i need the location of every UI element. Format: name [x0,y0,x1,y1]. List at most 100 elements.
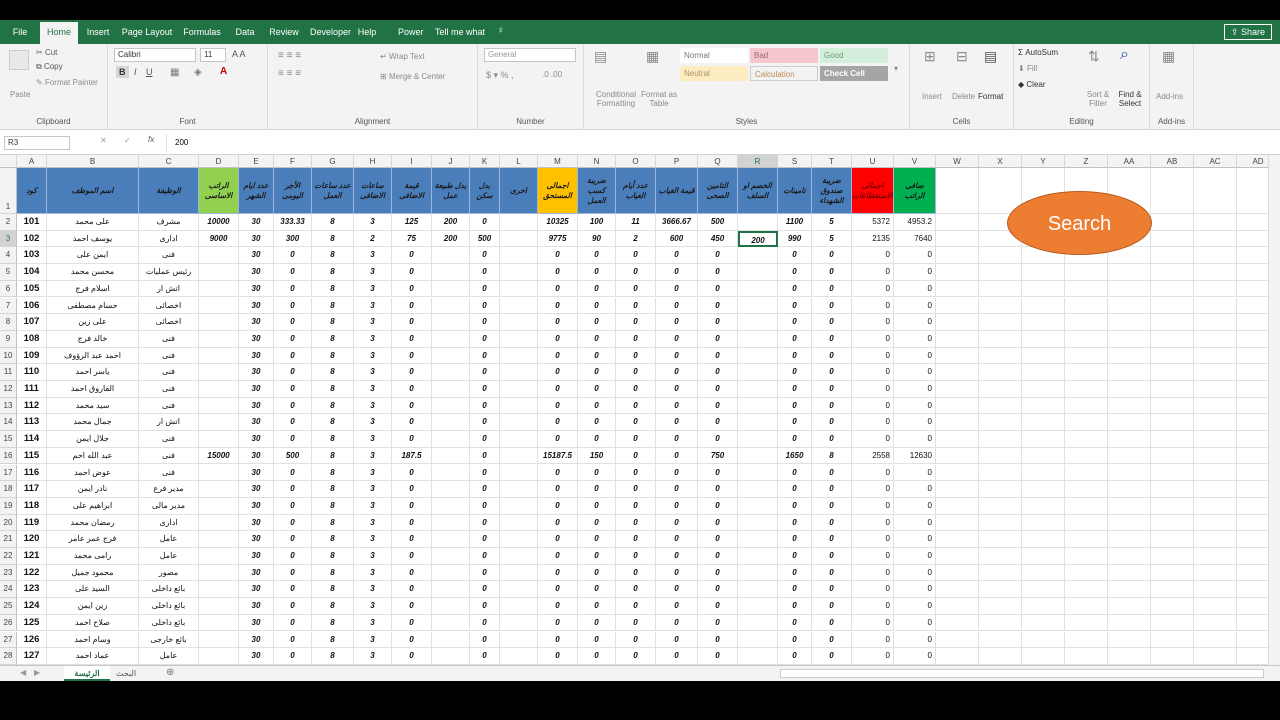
cell-employee-name[interactable]: خالد فرج [47,330,139,348]
grid-cell[interactable]: 0 [470,631,500,649]
cell-code[interactable]: 114 [17,431,47,448]
grid-cell[interactable]: 0 [392,347,432,365]
grid-cell[interactable]: 0 [274,631,312,649]
grid-cell[interactable]: 3 [354,264,392,281]
grid-cell[interactable] [1151,481,1194,498]
cell-employee-name[interactable]: وسام احمد [47,631,139,649]
grid-cell[interactable]: 30 [239,631,274,649]
grid-cell[interactable]: 0 [656,381,698,398]
grid-cell[interactable] [738,648,778,665]
grid-cell[interactable]: 3 [354,414,392,432]
row-header-15[interactable]: 15 [0,431,17,448]
cell-code[interactable]: 124 [17,598,47,615]
grid-cell[interactable] [1022,414,1065,432]
grid-cell[interactable]: 0 [274,598,312,615]
grid-cell[interactable]: 8 [312,297,354,315]
grid-cell[interactable] [1194,598,1237,615]
font-size-select[interactable]: 11 [200,48,226,62]
grid-cell[interactable] [738,531,778,548]
grid-cell[interactable]: 30 [239,314,274,331]
grid-cell[interactable]: 0 [538,614,578,632]
grid-cell[interactable]: 0 [538,431,578,448]
grid-cell[interactable]: 0 [274,614,312,632]
grid-cell[interactable] [1108,431,1151,448]
grid-cell[interactable]: 500 [274,447,312,465]
grid-cell[interactable]: 5 [812,230,852,248]
grid-cell[interactable]: 0 [656,364,698,381]
grid-cell[interactable]: 8 [312,230,354,248]
grid-cell[interactable] [1022,397,1065,415]
grid-cell[interactable]: 0 [698,648,738,665]
grid-cell[interactable] [199,464,239,482]
grid-cell[interactable]: 3 [354,330,392,348]
grid-cell[interactable]: 5372 [852,214,894,231]
cell-job[interactable]: ادارى [139,230,199,248]
cell-job[interactable]: عامل [139,531,199,548]
grid-cell[interactable] [1237,214,1268,231]
grid-cell[interactable] [979,280,1022,298]
grid-cell[interactable] [738,514,778,532]
grid-cell[interactable] [979,347,1022,365]
grid-cell[interactable]: 0 [852,431,894,448]
grid-cell[interactable] [199,264,239,281]
grid-cell[interactable]: 0 [778,381,812,398]
grid-cell[interactable] [1108,414,1151,432]
format-as-table-button[interactable]: Format as Table [640,90,678,108]
grid-cell[interactable] [738,314,778,331]
grid-cell[interactable] [1022,297,1065,315]
cell-code[interactable]: 116 [17,464,47,482]
grid-cell[interactable]: 0 [470,414,500,432]
grid-cell[interactable]: 0 [616,497,656,515]
cell-job[interactable]: بائع داخلى [139,581,199,599]
grid-cell[interactable]: 0 [392,598,432,615]
grid-cell[interactable] [1237,515,1268,532]
grid-cell[interactable]: 100 [578,214,616,231]
grid-cell[interactable]: 0 [538,247,578,265]
grid-cell[interactable]: 3 [354,598,392,615]
grid-cell[interactable] [1237,231,1268,248]
grid-cell[interactable]: 30 [239,548,274,565]
row-header-3[interactable]: 3 [0,230,17,248]
grid-cell[interactable] [432,481,470,498]
grid-cell[interactable] [500,598,538,615]
formula-input[interactable]: 200 [166,134,1276,152]
grid-cell[interactable]: 8 [312,598,354,615]
row-header-22[interactable]: 22 [0,548,17,565]
grid-cell[interactable] [199,531,239,548]
grid-cell[interactable]: 0 [392,314,432,331]
grid-cell[interactable] [1194,364,1237,381]
grid-cell[interactable]: 0 [894,481,936,498]
cell-job[interactable]: مصور [139,564,199,582]
grid-cell[interactable]: 0 [894,464,936,482]
grid-cell[interactable] [979,330,1022,348]
row-header-17[interactable]: 17 [0,464,17,482]
grid-cell[interactable] [738,264,778,281]
enter-icon[interactable]: ✓ [124,136,131,145]
grid-cell[interactable] [1065,548,1108,565]
cancel-icon[interactable]: ✕ [100,136,107,145]
grid-cell[interactable]: 3 [354,648,392,665]
grid-cell[interactable]: 2 [616,230,656,248]
grid-cell[interactable]: 0 [656,447,698,465]
grid-cell[interactable] [979,264,1022,281]
grid-cell[interactable]: 0 [852,264,894,281]
grid-cell[interactable]: 0 [852,581,894,599]
grid-cell[interactable]: 0 [274,481,312,498]
grid-cell[interactable] [199,548,239,565]
column-header-y[interactable]: Y [1022,155,1065,168]
grid-cell[interactable]: 0 [470,214,500,231]
currency-icon[interactable]: $ ▾ % , [486,70,514,81]
grid-cell[interactable]: 0 [894,314,936,331]
grid-cell[interactable] [1194,168,1237,214]
grid-cell[interactable]: 0 [656,330,698,348]
cell-job[interactable]: اتش ار [139,414,199,432]
grid-cell[interactable]: 0 [616,598,656,615]
cell-employee-name[interactable]: يوسف احمد [47,230,139,248]
grid-cell[interactable]: 0 [778,414,812,432]
grid-cell[interactable]: 30 [239,564,274,582]
grid-cell[interactable]: 8 [312,330,354,348]
cell-job[interactable]: فنى [139,381,199,398]
grid-cell[interactable] [432,364,470,381]
grid-cell[interactable]: 30 [239,214,274,231]
grid-cell[interactable] [1065,297,1108,315]
